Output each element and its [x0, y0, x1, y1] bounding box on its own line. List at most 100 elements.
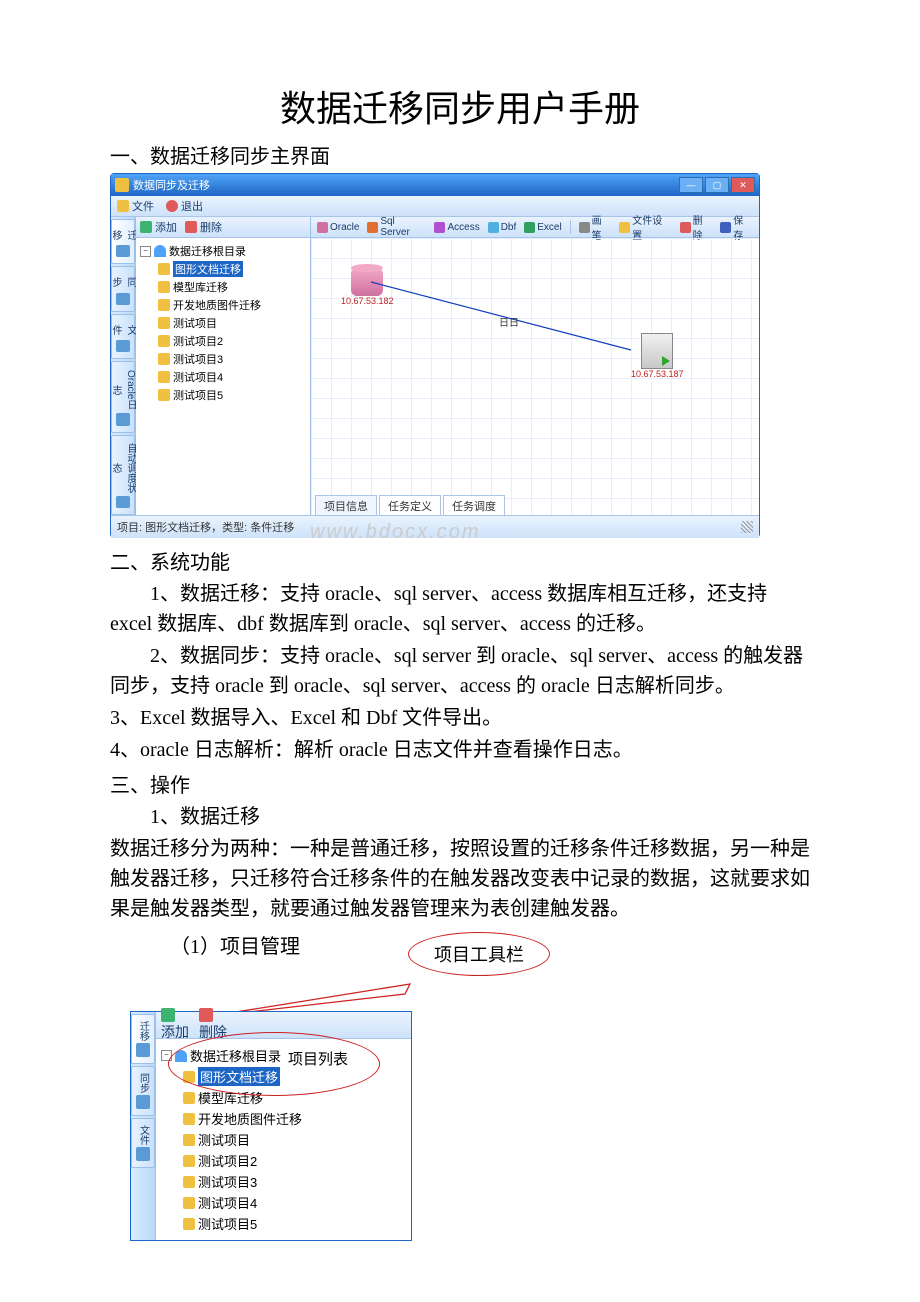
- tree-item[interactable]: 开发地质图件迁移: [158, 296, 306, 314]
- project-tree[interactable]: − 数据迁移根目录 图形文档迁移 模型库迁移 开发地质图件迁移 测试项目 测试项…: [155, 1039, 411, 1240]
- tree-item[interactable]: 测试项目5: [183, 1213, 405, 1234]
- statusbar: 项目: 图形文档迁移，类型: 条件迁移: [111, 515, 759, 538]
- tb-excel[interactable]: Excel: [524, 222, 561, 233]
- tab-project-info[interactable]: 项目信息: [315, 495, 377, 515]
- file-tab-icon: [116, 340, 130, 352]
- tab-oracle-log-label: Oracle日志: [108, 368, 138, 411]
- project-icon: [158, 281, 170, 293]
- project-icon: [158, 317, 170, 329]
- add-project-button[interactable]: 添加: [140, 219, 177, 235]
- delete2-icon: [680, 222, 691, 233]
- tree-item[interactable]: 模型库迁移: [158, 278, 306, 296]
- tree-item[interactable]: 测试项目4: [158, 368, 306, 386]
- tab-migrate[interactable]: 迁移: [111, 219, 135, 264]
- tab-auto-status[interactable]: 自动调度状态: [111, 435, 135, 515]
- tree-root[interactable]: − 数据迁移根目录: [161, 1045, 405, 1066]
- delete-icon: [199, 1008, 213, 1022]
- tab-migrate-label: 迁移: [108, 226, 138, 243]
- tree-item-label: 测试项目2: [198, 1151, 257, 1170]
- tb-dbf[interactable]: Dbf: [488, 222, 517, 233]
- collapse-icon[interactable]: −: [140, 246, 151, 257]
- tb-oracle[interactable]: Oracle: [317, 222, 359, 233]
- tree-item[interactable]: 测试项目3: [158, 350, 306, 368]
- right-panel: Oracle Sql Server Access Dbf Excel 画笔 文件…: [311, 217, 759, 515]
- tb-dbf-label: Dbf: [501, 222, 517, 233]
- collapse-icon[interactable]: −: [161, 1050, 172, 1061]
- tree-item[interactable]: 模型库迁移: [183, 1087, 405, 1108]
- node-target-server[interactable]: 10.67.53.187: [631, 333, 684, 379]
- project-icon: [183, 1113, 195, 1125]
- tree-item[interactable]: 图形文档迁移: [183, 1066, 405, 1087]
- resize-grip[interactable]: [741, 521, 753, 533]
- file-icon: [117, 200, 129, 212]
- delete-project-button[interactable]: 删除: [199, 1008, 227, 1042]
- tree-item-label: 测试项目4: [198, 1193, 257, 1212]
- close-button[interactable]: ✕: [731, 177, 755, 193]
- tree-item[interactable]: 测试项目2: [158, 332, 306, 350]
- tree-item-label: 测试项目: [173, 315, 217, 331]
- window-titlebar: 数据同步及迁移 — ▢ ✕: [111, 174, 759, 196]
- section-3-heading: 三、操作: [110, 769, 810, 798]
- tree-item-label: 模型库迁移: [173, 279, 228, 295]
- tree-item[interactable]: 测试项目5: [158, 386, 306, 404]
- tree-item[interactable]: 开发地质图件迁移: [183, 1108, 405, 1129]
- minimize-button[interactable]: —: [679, 177, 703, 193]
- delete-label: 删除: [199, 1024, 227, 1040]
- add-icon: [161, 1008, 175, 1022]
- tree-item-label: 测试项目3: [198, 1172, 257, 1191]
- dbf-icon: [488, 222, 499, 233]
- tab-task-schedule[interactable]: 任务调度: [443, 495, 505, 515]
- paragraph: 4、oracle 日志解析：解析 oracle 日志文件并查看操作日志。: [110, 735, 810, 765]
- tab-file[interactable]: 文件: [131, 1118, 155, 1168]
- menu-exit-label: 退出: [181, 198, 203, 214]
- play-icon: [662, 356, 670, 366]
- server-icon: [641, 333, 673, 369]
- project-toolbar: 添加 删除: [155, 1012, 411, 1039]
- tab-oracle-log[interactable]: Oracle日志: [111, 361, 135, 432]
- menu-exit[interactable]: 退出: [166, 198, 203, 214]
- tree-item-label: 测试项目: [198, 1130, 250, 1149]
- section-2-heading: 二、系统功能: [110, 546, 810, 575]
- project-tree[interactable]: − 数据迁移根目录 图形文档迁移 模型库迁移 开发地质图件迁移 测试项目 测试项…: [136, 238, 310, 515]
- excel-icon: [524, 222, 535, 233]
- tree-root[interactable]: − 数据迁移根目录: [140, 242, 306, 260]
- tree-item-label: 图形文档迁移: [173, 261, 243, 277]
- project-icon: [183, 1176, 195, 1188]
- add-label: 添加: [161, 1024, 189, 1040]
- tab-sync[interactable]: 同步: [111, 266, 135, 311]
- tree-root-label: 数据迁移根目录: [190, 1046, 281, 1065]
- tb-sqlserver[interactable]: Sql Server: [367, 216, 426, 238]
- delete-project-button[interactable]: 删除: [185, 219, 222, 235]
- project-icon: [183, 1197, 195, 1209]
- tab-file-label: 文件: [136, 1125, 151, 1145]
- tab-task-define[interactable]: 任务定义: [379, 495, 441, 515]
- tree-item[interactable]: 图形文档迁移: [158, 260, 306, 278]
- page-title: 数据迁移同步用户手册: [110, 80, 810, 132]
- add-project-button[interactable]: 添加: [161, 1008, 189, 1042]
- sync-icon: [116, 293, 130, 305]
- tab-file[interactable]: 文件: [111, 314, 135, 359]
- tree-item[interactable]: 测试项目2: [183, 1150, 405, 1171]
- menu-file[interactable]: 文件: [117, 198, 154, 214]
- tree-item[interactable]: 测试项目3: [183, 1171, 405, 1192]
- oracle-icon: [317, 222, 328, 233]
- paragraph: 2、数据同步：支持 oracle、sql server 到 oracle、sql…: [110, 641, 810, 701]
- add-icon: [140, 221, 152, 233]
- tree-item[interactable]: 测试项目4: [183, 1192, 405, 1213]
- tab-sync[interactable]: 同步: [131, 1066, 155, 1116]
- delete-icon: [185, 221, 197, 233]
- tree-item[interactable]: 测试项目: [183, 1129, 405, 1150]
- connector-mid-label: 日日: [499, 314, 519, 329]
- status-text: 项目: 图形文档迁移，类型: 条件迁移: [117, 519, 294, 535]
- tb-excel-label: Excel: [537, 222, 561, 233]
- project-icon: [158, 335, 170, 347]
- design-canvas[interactable]: 10.67.53.182 日日 10.67.53.187 项目信息 任务定义 任…: [311, 238, 759, 515]
- tab-migrate[interactable]: 迁移: [131, 1014, 155, 1064]
- project-icon: [158, 371, 170, 383]
- tb-sqlserver-label: Sql Server: [380, 216, 426, 238]
- maximize-button[interactable]: ▢: [705, 177, 729, 193]
- tb-access[interactable]: Access: [434, 222, 479, 233]
- tree-item[interactable]: 测试项目: [158, 314, 306, 332]
- project-icon: [158, 353, 170, 365]
- side-tab-strip: 迁移 同步 文件 Oracle日志 自动调度状态: [111, 217, 136, 515]
